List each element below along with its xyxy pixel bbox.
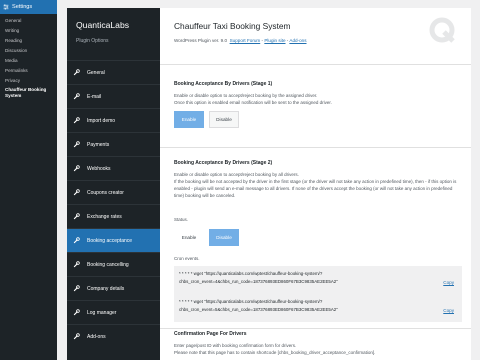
wrench-icon bbox=[73, 333, 80, 340]
wrench-icon bbox=[73, 117, 80, 124]
cron-event-box: * * * * * wget "https://quanticalabs.com… bbox=[174, 266, 462, 294]
stage2-disable-button[interactable]: Disable bbox=[209, 229, 239, 246]
confirm-description: Enter page/post ID with booking confirma… bbox=[174, 342, 462, 356]
nav-item-add-ons[interactable]: Add-ons bbox=[67, 324, 160, 348]
stage2-desc-line2: If the booking will be not accepted by t… bbox=[174, 179, 457, 198]
nav-item-label: Payments bbox=[87, 141, 110, 148]
page-title: Chauffeur Taxi Booking System bbox=[174, 21, 291, 31]
nav-item-payments[interactable]: Payments bbox=[67, 132, 160, 156]
nav-item-label: Coupons creator bbox=[87, 189, 124, 196]
stage2-enable-button[interactable]: Enable bbox=[174, 229, 204, 246]
support-forum-link[interactable]: Support Forum bbox=[230, 38, 261, 43]
wrench-icon bbox=[73, 189, 80, 196]
wp-submenu-chauffeur-line2: System bbox=[5, 92, 22, 98]
stage2-description: Enable or disable option to accept/rejec… bbox=[174, 171, 462, 199]
wp-submenu-chauffeur-booking[interactable]: Chauffeur Booking System bbox=[0, 86, 57, 99]
wp-submenu-discussion[interactable]: Discussion bbox=[0, 46, 57, 56]
plugin-site-link[interactable]: Plugin site bbox=[264, 38, 285, 43]
plugin-options-panel: QuanticaLabs Plugin Options General E-mai… bbox=[67, 8, 471, 360]
nav-item-booking-cancelling[interactable]: Booking cancelling bbox=[67, 252, 160, 276]
stage1-description: Enable or disable option to accept/rejec… bbox=[174, 92, 462, 106]
nav-item-label: Import demo bbox=[87, 117, 116, 124]
brand-subtitle: Plugin Options bbox=[76, 38, 109, 44]
nav-item-exchange-rates[interactable]: Exchange rates bbox=[67, 204, 160, 228]
plugin-nav: General E-mail Import demo Payments Webhooks… bbox=[67, 60, 160, 348]
wp-admin-sidebar: Settings General Writing Reading Discuss… bbox=[0, 0, 57, 360]
nav-item-general[interactable]: General bbox=[67, 60, 160, 84]
wp-settings-submenu: General Writing Reading Discussion Media… bbox=[0, 14, 57, 99]
cron-command-line1: * * * * * wget "https://quanticalabs.com… bbox=[179, 299, 323, 304]
nav-item-e-mail[interactable]: E-mail bbox=[67, 84, 160, 108]
wrench-icon bbox=[73, 285, 80, 292]
confirm-desc-line2: Please note that this page has to contai… bbox=[174, 350, 376, 355]
status-label: Status. bbox=[174, 217, 189, 222]
nav-item-label: Company details bbox=[87, 285, 125, 292]
wrench-icon bbox=[73, 237, 80, 244]
confirm-desc-line1: Enter page/post ID with booking confirma… bbox=[174, 343, 297, 348]
cron-command-line2: chbs_cron_event=4&chbs_run_code=18737689… bbox=[179, 279, 338, 284]
nav-item-label: Webhooks bbox=[87, 165, 111, 172]
nav-item-label: Log manager bbox=[87, 309, 117, 316]
stage1-heading: Booking Acceptance By Drivers (Stage 1) bbox=[174, 81, 273, 87]
nav-item-log-manager[interactable]: Log manager bbox=[67, 300, 160, 324]
wrench-icon bbox=[73, 69, 80, 76]
copy-button[interactable]: Copy bbox=[443, 280, 454, 285]
nav-item-booking-acceptance[interactable]: Booking acceptance bbox=[67, 228, 160, 252]
brand-name: QuanticaLabs bbox=[76, 20, 130, 30]
stage1-enable-button[interactable]: Enable bbox=[174, 111, 204, 128]
wp-submenu-writing[interactable]: Writing bbox=[0, 26, 57, 36]
stage1-desc-line1: Enable or disable option to accept/rejec… bbox=[174, 93, 318, 98]
cron-events-label: Cron events. bbox=[174, 256, 200, 261]
stage2-desc-line1: Enable or disable option to accept/rejec… bbox=[174, 172, 299, 177]
nav-item-label: Add-ons bbox=[87, 333, 106, 340]
wp-submenu-reading[interactable]: Reading bbox=[0, 36, 57, 46]
wp-menu-settings[interactable]: Settings bbox=[0, 0, 57, 14]
cron-command-line1: * * * * * wget "https://quanticalabs.com… bbox=[179, 271, 323, 276]
nav-item-coupons-creator[interactable]: Coupons creator bbox=[67, 180, 160, 204]
wrench-icon bbox=[73, 141, 80, 148]
nav-item-company-details[interactable]: Company details bbox=[67, 276, 160, 300]
nav-item-label: Exchange rates bbox=[87, 213, 122, 220]
wrench-icon bbox=[73, 261, 80, 268]
cron-command-line2: chbs_cron_event=5&chbs_run_code=18737689… bbox=[179, 307, 338, 312]
wp-submenu-chauffeur-line1: Chauffeur Booking bbox=[5, 87, 47, 92]
wp-menu-settings-label: Settings bbox=[12, 4, 33, 10]
divider bbox=[160, 147, 471, 148]
nav-item-label: E-mail bbox=[87, 93, 102, 100]
copy-button[interactable]: Copy bbox=[443, 308, 454, 313]
confirm-heading: Confirmation Page For Drivers bbox=[174, 331, 247, 337]
wrench-icon bbox=[73, 213, 80, 220]
wrench-icon bbox=[73, 309, 80, 316]
nav-item-label: Booking cancelling bbox=[87, 261, 129, 268]
sliders-icon bbox=[3, 4, 9, 10]
divider bbox=[160, 328, 471, 329]
plugin-sidebar: QuanticaLabs Plugin Options General E-mai… bbox=[67, 8, 160, 360]
stage1-desc-line2: Once this option is enabled email notifi… bbox=[174, 100, 332, 105]
main-content: Chauffeur Taxi Booking System WordPress … bbox=[160, 8, 471, 360]
nav-item-label: General bbox=[87, 69, 105, 76]
wp-submenu-media[interactable]: Media bbox=[0, 56, 57, 66]
add-ons-link[interactable]: Add-ons bbox=[289, 38, 306, 43]
wp-submenu-privacy[interactable]: Privacy bbox=[0, 76, 57, 86]
wrench-icon bbox=[73, 165, 80, 172]
nav-item-import-demo[interactable]: Import demo bbox=[67, 108, 160, 132]
cron-command: * * * * * wget "https://quanticalabs.com… bbox=[179, 270, 419, 286]
nav-item-webhooks[interactable]: Webhooks bbox=[67, 156, 160, 180]
wp-submenu-permalinks[interactable]: Permalinks bbox=[0, 66, 57, 76]
divider bbox=[160, 64, 471, 65]
wrench-icon bbox=[73, 93, 80, 100]
plugin-meta: WordPress Plugin ver. 9.0 Support Forum … bbox=[174, 38, 307, 43]
q-logo-icon bbox=[429, 17, 455, 43]
plugin-version: WordPress Plugin ver. 9.0 bbox=[174, 38, 228, 43]
stage2-heading: Booking Acceptance By Drivers (Stage 2) bbox=[174, 160, 273, 166]
cron-command: * * * * * wget "https://quanticalabs.com… bbox=[179, 298, 419, 314]
nav-item-label: Booking acceptance bbox=[87, 237, 133, 244]
cron-event-box: * * * * * wget "https://quanticalabs.com… bbox=[174, 294, 462, 322]
wp-submenu-general[interactable]: General bbox=[0, 16, 57, 26]
stage1-disable-button[interactable]: Disable bbox=[209, 111, 239, 128]
